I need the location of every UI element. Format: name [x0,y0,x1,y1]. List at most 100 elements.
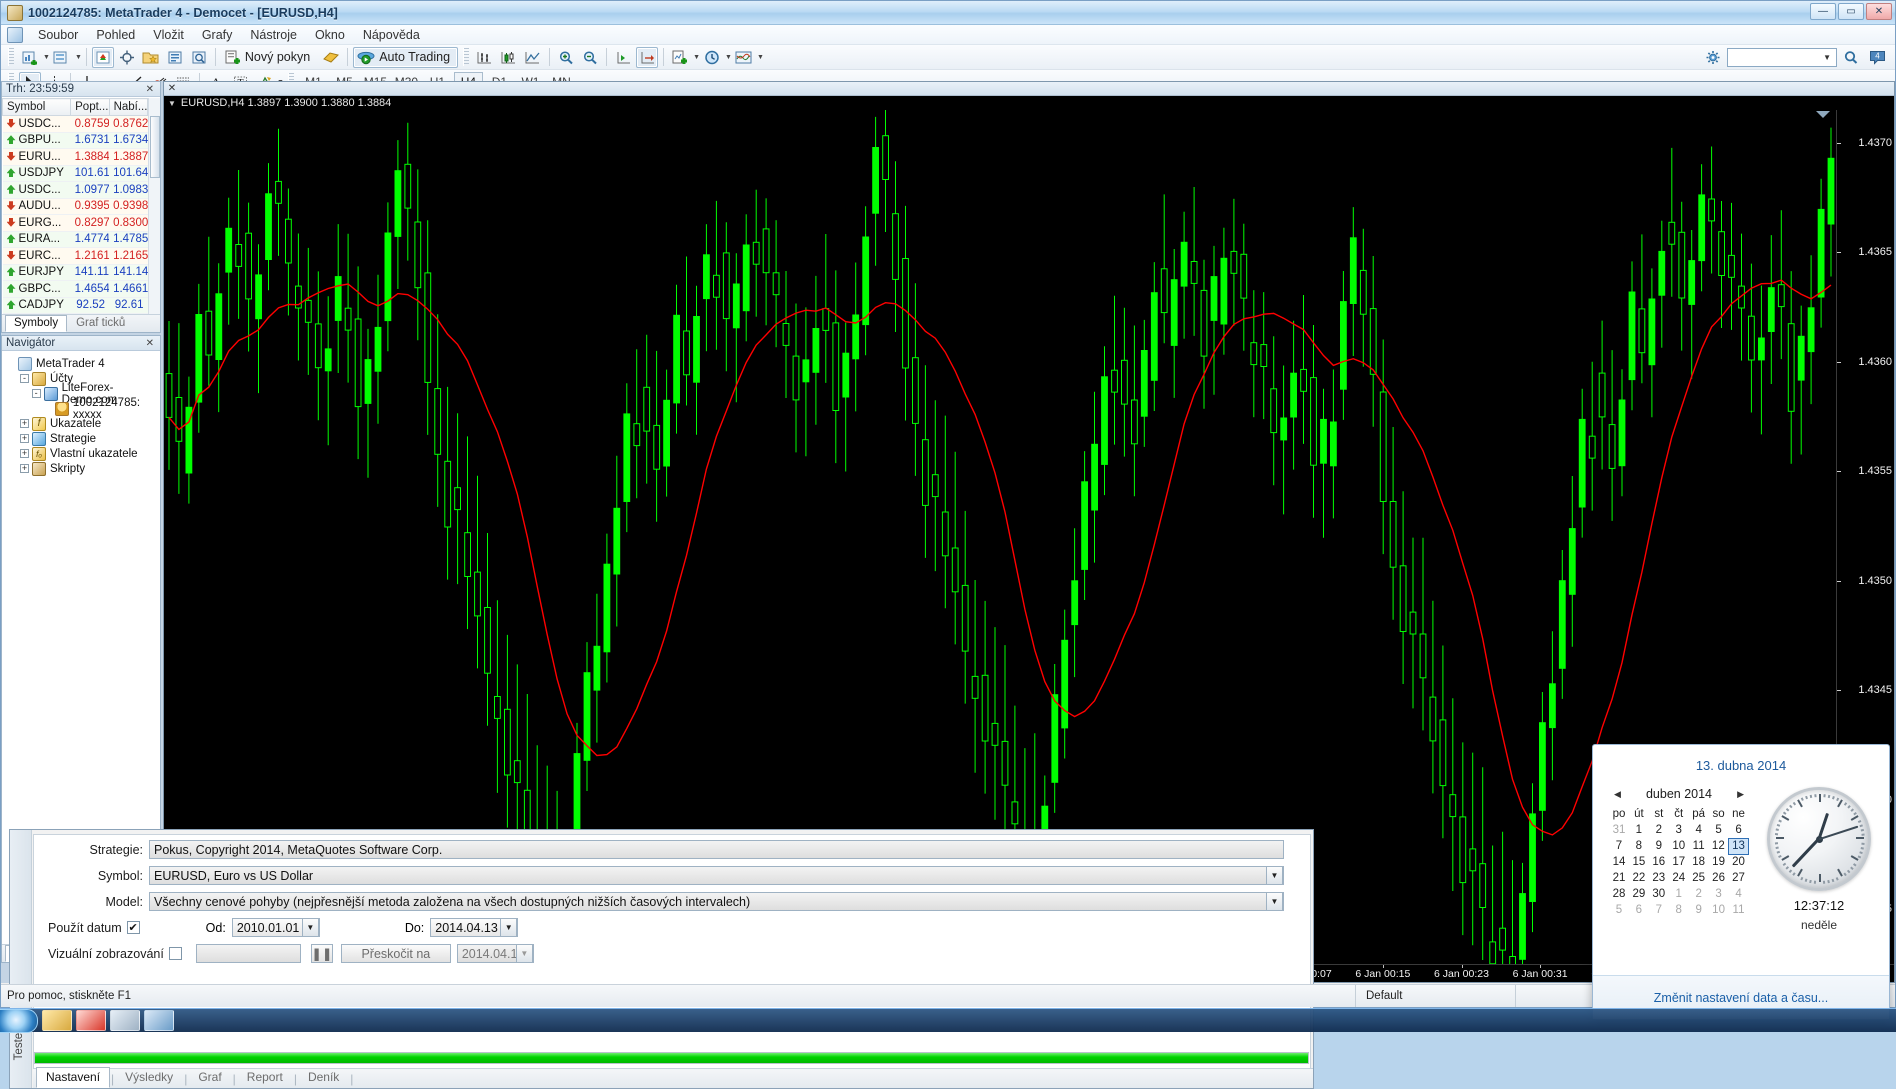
zoom-out-icon[interactable] [579,47,601,68]
model-combobox[interactable]: Všechny cenové pohyby (nejpřesnější meto… [149,892,1284,911]
expander-icon[interactable]: + [20,464,29,473]
tab-graf[interactable]: Graf [188,1067,231,1088]
calendar-day[interactable]: 9 [1649,838,1669,854]
new-chart-icon[interactable] [19,47,41,68]
change-datetime-settings-link[interactable]: Změnit nastavení data a času... [1654,991,1828,1005]
column-header-ask[interactable]: Nabí... [108,98,148,116]
expander-icon[interactable]: - [31,389,41,398]
menu-item-vlozit[interactable]: Vložit [144,26,193,44]
calendar-day[interactable]: 17 [1669,854,1689,870]
expander-icon[interactable]: + [20,434,29,443]
from-date-caret-icon[interactable]: ▼ [301,919,319,936]
indicators-icon[interactable] [669,47,691,68]
toolbar-grip-2[interactable] [463,48,470,66]
calendar-day[interactable]: 25 [1689,870,1709,886]
calendar-day[interactable]: 4 [1689,822,1709,838]
skip-date-combobox[interactable]: 2014.04.13 ▼ [456,944,534,963]
calendar-day[interactable]: 1 [1629,822,1649,838]
toolbar-grip[interactable] [8,48,14,66]
tree-item-mt[interactable]: MetaTrader 4 [6,356,160,371]
calendar-day[interactable]: 2 [1689,886,1709,902]
tree-item-cst[interactable]: + fₒ Vlastní ukazatele [6,446,160,461]
profiles-icon[interactable] [51,47,73,68]
auto-trading-button[interactable]: Auto Trading [353,46,459,68]
auto-scroll-icon[interactable] [612,47,634,68]
symbol-dropdown-caret-icon[interactable]: ▼ [1266,867,1283,884]
bar-chart-icon[interactable] [474,47,496,68]
favorites-folder-icon[interactable] [140,47,162,68]
table-row[interactable]: USDJPY 101.61 101.64 [2,165,148,182]
market-watch-scroll-thumb[interactable] [150,116,160,178]
use-date-checkbox[interactable]: ✔ [126,921,140,934]
profiles-caret-icon[interactable]: ▼ [75,54,82,61]
maximize-button[interactable]: ▭ [1838,3,1864,20]
chart-menu-caret-icon[interactable]: ▼ [168,99,176,108]
templates-icon[interactable] [733,47,755,68]
close-button[interactable]: ✕ [1866,3,1892,20]
calendar-day[interactable]: 1 [1669,886,1689,902]
calendar-day[interactable]: 10 [1669,838,1689,854]
tree-item-scr[interactable]: + Skripty [6,461,160,476]
calendar-day[interactable]: 14 [1609,854,1629,870]
visual-mode-checkbox[interactable] [168,947,182,960]
expander-icon[interactable]: + [20,449,29,458]
tree-item-str[interactable]: + Strategie [6,431,160,446]
taskbar-app-2[interactable] [76,1010,106,1031]
search-dropdown-caret-icon[interactable]: ▼ [1820,53,1834,62]
chart-shift-icon[interactable] [636,46,659,68]
metaeditor-icon[interactable] [320,47,342,68]
calendar-day[interactable]: 27 [1729,870,1749,886]
table-row[interactable]: CADJPY 92.52 92.61 [2,297,148,314]
calendar-next-icon[interactable]: ▶ [1734,789,1747,800]
calendar-day[interactable]: 28 [1609,886,1629,902]
table-row[interactable]: EURU... 1.3884 1.3887 [2,148,148,166]
table-row[interactable]: EURJPY 141.11 141.14 [2,264,148,281]
menu-item-soubor[interactable]: Soubor [29,26,87,44]
calendar-day[interactable]: 23 [1649,870,1669,886]
notifications-icon[interactable]: 4 [1866,47,1888,68]
calendar-day[interactable]: 31 [1609,822,1629,838]
table-row[interactable]: GBPC... 1.4654 1.4661 [2,280,148,298]
templates-caret-icon[interactable]: ▼ [757,54,764,61]
search-input[interactable] [1730,49,1821,66]
chart-scroll-caret-icon[interactable] [1816,111,1830,118]
market-watch-close-icon[interactable]: ✕ [144,84,156,95]
market-watch-scrollbar[interactable] [148,98,160,314]
calendar-day[interactable]: 30 [1649,886,1669,902]
start-button-icon[interactable] [0,1008,38,1033]
search-icon[interactable] [1840,47,1862,68]
taskbar-app-4[interactable] [144,1010,174,1031]
terminal-icon[interactable] [188,47,210,68]
table-row[interactable]: USDC... 1.0977 1.0983 [2,181,148,199]
expander-icon[interactable]: - [20,374,29,383]
calendar-day[interactable]: 8 [1669,902,1689,918]
menu-item-napoveda[interactable]: Nápověda [354,26,429,44]
new-chart-caret-icon[interactable]: ▼ [43,54,50,61]
table-row[interactable]: GBPU... 1.6731 1.6734 [2,132,148,149]
column-header-symbol[interactable]: Symbol [2,98,72,116]
table-row[interactable]: EURG... 0.8297 0.8300 [2,214,148,232]
candlestick-chart-icon[interactable] [498,47,520,68]
tab-report[interactable]: Report [237,1067,293,1088]
calendar-day[interactable]: 20 [1729,854,1749,870]
tree-item-usr[interactable]: 1002124785: xxxxx [6,397,160,421]
from-date-combobox[interactable]: 2010.01.01 ▼ [231,918,320,937]
calendar-day[interactable]: 19 [1709,854,1729,870]
calendar-day[interactable]: 5 [1709,822,1729,838]
period-caret-icon[interactable]: ▼ [725,54,732,61]
calendar-day[interactable]: 3 [1709,886,1729,902]
calendar-day[interactable]: 21 [1609,870,1629,886]
symbol-combobox[interactable]: EURUSD, Euro vs US Dollar ▼ [149,866,1284,885]
pause-button[interactable]: ❚❚ [310,944,333,963]
search-input-wrapper[interactable]: ▼ [1727,48,1837,67]
calendar-prev-icon[interactable]: ◀ [1611,789,1624,800]
calendar-day[interactable]: 24 [1669,870,1689,886]
minimize-button[interactable]: — [1810,3,1836,20]
calendar-day[interactable]: 9 [1689,902,1709,918]
calendar-month-label[interactable]: duben 2014 [1646,787,1712,801]
gear-icon[interactable] [1702,47,1724,68]
tab-symboly[interactable]: Symboly [5,315,68,332]
calendar-day[interactable]: 6 [1729,822,1749,838]
skip-to-button[interactable]: Přeskočit na [340,944,451,963]
market-watch-icon[interactable] [91,46,114,68]
